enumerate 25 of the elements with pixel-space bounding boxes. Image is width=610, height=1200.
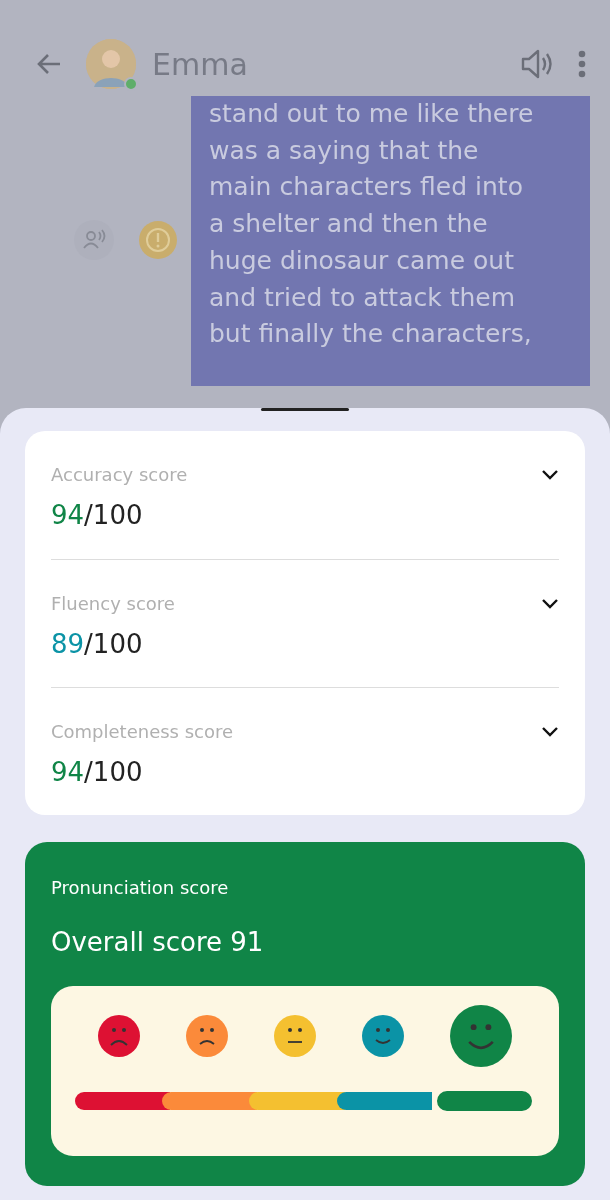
avatar[interactable] [86,39,136,89]
message-text-line: but finally the characters, [209,318,533,351]
message-text-line: main characters fled into [209,171,524,204]
message-text-line: and tried to attack them [209,281,517,314]
chevron-icon[interactable] [541,469,559,481]
chevron-icon[interactable] [541,598,559,610]
back-icon[interactable] [36,53,62,75]
score-value: 89/100 [51,628,144,661]
message-text-line: huge dinosaur came out [209,244,515,277]
contact-name: Emma [152,45,248,84]
speaker-icon[interactable] [520,48,554,80]
score-label: Completeness score [51,720,234,744]
score-label: Fluency score [51,592,175,616]
message-text-line: a shelter and then the [209,208,489,241]
message-text-line: was a saying that the [209,134,480,167]
score-value: 94/100 [51,756,144,789]
card-title: Pronunciation score [51,876,230,900]
score-label: Accuracy score [51,463,188,487]
score-value: 94/100 [51,499,144,532]
more-icon[interactable] [578,50,586,78]
chevron-icon[interactable] [541,726,559,738]
overall-score: Overall score 91 [51,926,265,959]
message-text-line: stand out to me like there [209,98,535,130]
warning-icon[interactable] [138,220,178,260]
drag-handle[interactable] [261,408,349,411]
